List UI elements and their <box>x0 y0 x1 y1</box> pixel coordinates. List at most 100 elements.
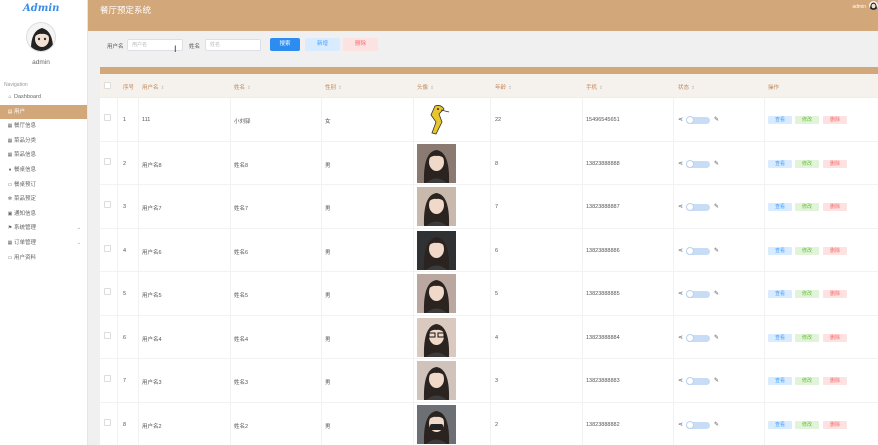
view-button[interactable]: 查看 <box>768 203 792 211</box>
sidebar-item[interactable]: ▦ 菜品信息 <box>0 148 87 163</box>
row-checkbox[interactable] <box>104 114 111 121</box>
edit-icon[interactable]: ✎ <box>714 421 719 428</box>
sort-icon[interactable]: ⇕ <box>430 85 434 90</box>
sidebar-item[interactable]: ▭ 用户资料 <box>0 251 87 266</box>
edit-icon[interactable]: ✎ <box>714 160 719 167</box>
sidebar-item[interactable]: ⌂ Dashboard <box>0 90 87 105</box>
edit-button[interactable]: 修改 <box>795 377 819 385</box>
view-button[interactable]: 查看 <box>768 246 792 255</box>
sidebar-item[interactable]: ▦ 餐厅信息 <box>0 119 87 134</box>
sidebar-item[interactable]: ▤ 用户 <box>0 104 87 120</box>
view-button[interactable]: 查看 <box>768 290 792 298</box>
status-toggle[interactable] <box>686 420 710 429</box>
status-toggle[interactable] <box>686 290 710 298</box>
row-checkbox[interactable] <box>104 201 111 208</box>
edit-button[interactable]: 修改 <box>795 203 819 211</box>
sidebar-item[interactable]: ▣ 通知信息 <box>0 207 87 222</box>
edit-button[interactable]: 修改 <box>795 116 819 124</box>
edit-icon[interactable]: ✎ <box>714 290 719 297</box>
view-button[interactable]: 查看 <box>768 420 792 429</box>
delete-button[interactable]: 删除 <box>823 203 847 211</box>
header-gender[interactable]: 性别 ⇕ <box>325 83 342 91</box>
status-toggle[interactable] <box>686 377 710 385</box>
view-button[interactable]: 查看 <box>768 116 792 124</box>
delete-button[interactable]: 删除 <box>823 116 847 124</box>
header-name[interactable]: 姓名 ⇕ <box>234 83 251 91</box>
sort-icon[interactable]: ⇕ <box>508 85 512 90</box>
sidebar-item[interactable]: ▦ 菜品分类 <box>0 134 87 149</box>
select-all-checkbox[interactable] <box>104 82 111 89</box>
delete-button[interactable]: 删除 <box>823 420 847 429</box>
edit-icon[interactable]: ✎ <box>714 203 719 210</box>
status-toggle[interactable] <box>686 116 710 124</box>
header-avatar[interactable] <box>869 1 878 10</box>
edit-icon[interactable]: ✎ <box>714 116 719 123</box>
edit-icon[interactable]: ✎ <box>714 377 719 384</box>
share-icon[interactable]: ⋖ <box>678 377 683 384</box>
header-status[interactable]: 状态 ⇕ <box>678 83 695 91</box>
row-checkbox[interactable] <box>104 244 111 252</box>
batch-delete-button[interactable]: 删除 <box>343 38 378 51</box>
row-checkbox[interactable] <box>104 288 111 295</box>
status-toggle[interactable] <box>686 159 710 168</box>
share-icon[interactable]: ⋖ <box>678 203 683 210</box>
sort-icon[interactable]: ⇕ <box>338 85 342 90</box>
cell-username: 用户名3 <box>142 380 162 386</box>
avatar-photo[interactable] <box>417 274 456 313</box>
share-icon[interactable]: ⋖ <box>678 247 683 254</box>
sidebar-item[interactable]: ♦ 餐桌信息 <box>0 163 87 178</box>
avatar-photo[interactable] <box>417 361 456 400</box>
avatar-photo[interactable] <box>417 100 456 139</box>
sidebar-item[interactable]: ▦ 订单管理 ⌄ <box>0 236 87 251</box>
edit-button[interactable]: 修改 <box>795 159 819 168</box>
edit-icon[interactable]: ✎ <box>714 334 719 341</box>
delete-button[interactable]: 删除 <box>823 333 847 342</box>
avatar-photo[interactable] <box>417 230 456 270</box>
share-icon[interactable]: ⋖ <box>678 421 683 428</box>
row-checkbox[interactable] <box>104 157 111 165</box>
edit-button[interactable]: 修改 <box>795 333 819 342</box>
avatar[interactable] <box>26 22 56 52</box>
sort-icon[interactable]: ⇕ <box>247 85 251 90</box>
edit-button[interactable]: 修改 <box>795 246 819 255</box>
row-checkbox[interactable] <box>104 375 111 382</box>
delete-button[interactable]: 删除 <box>823 159 847 168</box>
delete-button[interactable]: 删除 <box>823 290 847 298</box>
view-button[interactable]: 查看 <box>768 377 792 385</box>
avatar-photo[interactable] <box>417 187 456 226</box>
header-avatar[interactable]: 头像 ⇕ <box>417 83 434 91</box>
sort-icon[interactable]: ⇕ <box>161 85 165 90</box>
share-icon[interactable]: ⋖ <box>678 116 683 123</box>
view-button[interactable]: 查看 <box>768 159 792 168</box>
sidebar-item[interactable]: ✻ 菜品预定 <box>0 192 87 207</box>
sidebar-item-label: 用户 <box>14 108 26 115</box>
name-search-input[interactable]: 姓名 <box>205 39 261 51</box>
status-toggle[interactable] <box>686 246 710 255</box>
share-icon[interactable]: ⋖ <box>678 160 683 167</box>
avatar-photo[interactable] <box>417 143 456 183</box>
sidebar-item[interactable]: ⚑ 系统管理 ⌄ <box>0 221 87 236</box>
add-button[interactable]: 新增 <box>305 38 340 51</box>
delete-button[interactable]: 删除 <box>823 246 847 255</box>
delete-button[interactable]: 删除 <box>823 377 847 385</box>
edit-button[interactable]: 修改 <box>795 290 819 298</box>
edit-icon[interactable]: ✎ <box>714 247 719 254</box>
avatar-photo[interactable] <box>417 404 456 444</box>
header-username[interactable]: admin <box>852 4 866 10</box>
sort-icon[interactable]: ⇕ <box>691 85 695 90</box>
row-checkbox[interactable] <box>104 331 111 339</box>
header-username[interactable]: 用户名 ⇕ <box>142 83 164 91</box>
header-age[interactable]: 年龄 ⇕ <box>495 83 512 91</box>
sort-icon[interactable]: ⇕ <box>599 85 603 90</box>
status-toggle[interactable] <box>686 203 710 211</box>
search-button[interactable]: 搜索 <box>270 38 300 51</box>
status-toggle[interactable] <box>686 333 710 342</box>
edit-button[interactable]: 修改 <box>795 420 819 429</box>
header-phone[interactable]: 手机 ⇕ <box>586 83 603 91</box>
sidebar-item[interactable]: ▭ 餐桌预订 <box>0 178 87 193</box>
share-icon[interactable]: ⋖ <box>678 290 683 297</box>
view-button[interactable]: 查看 <box>768 333 792 342</box>
avatar-photo[interactable] <box>417 317 456 357</box>
row-checkbox[interactable] <box>104 418 111 426</box>
share-icon[interactable]: ⋖ <box>678 334 683 341</box>
